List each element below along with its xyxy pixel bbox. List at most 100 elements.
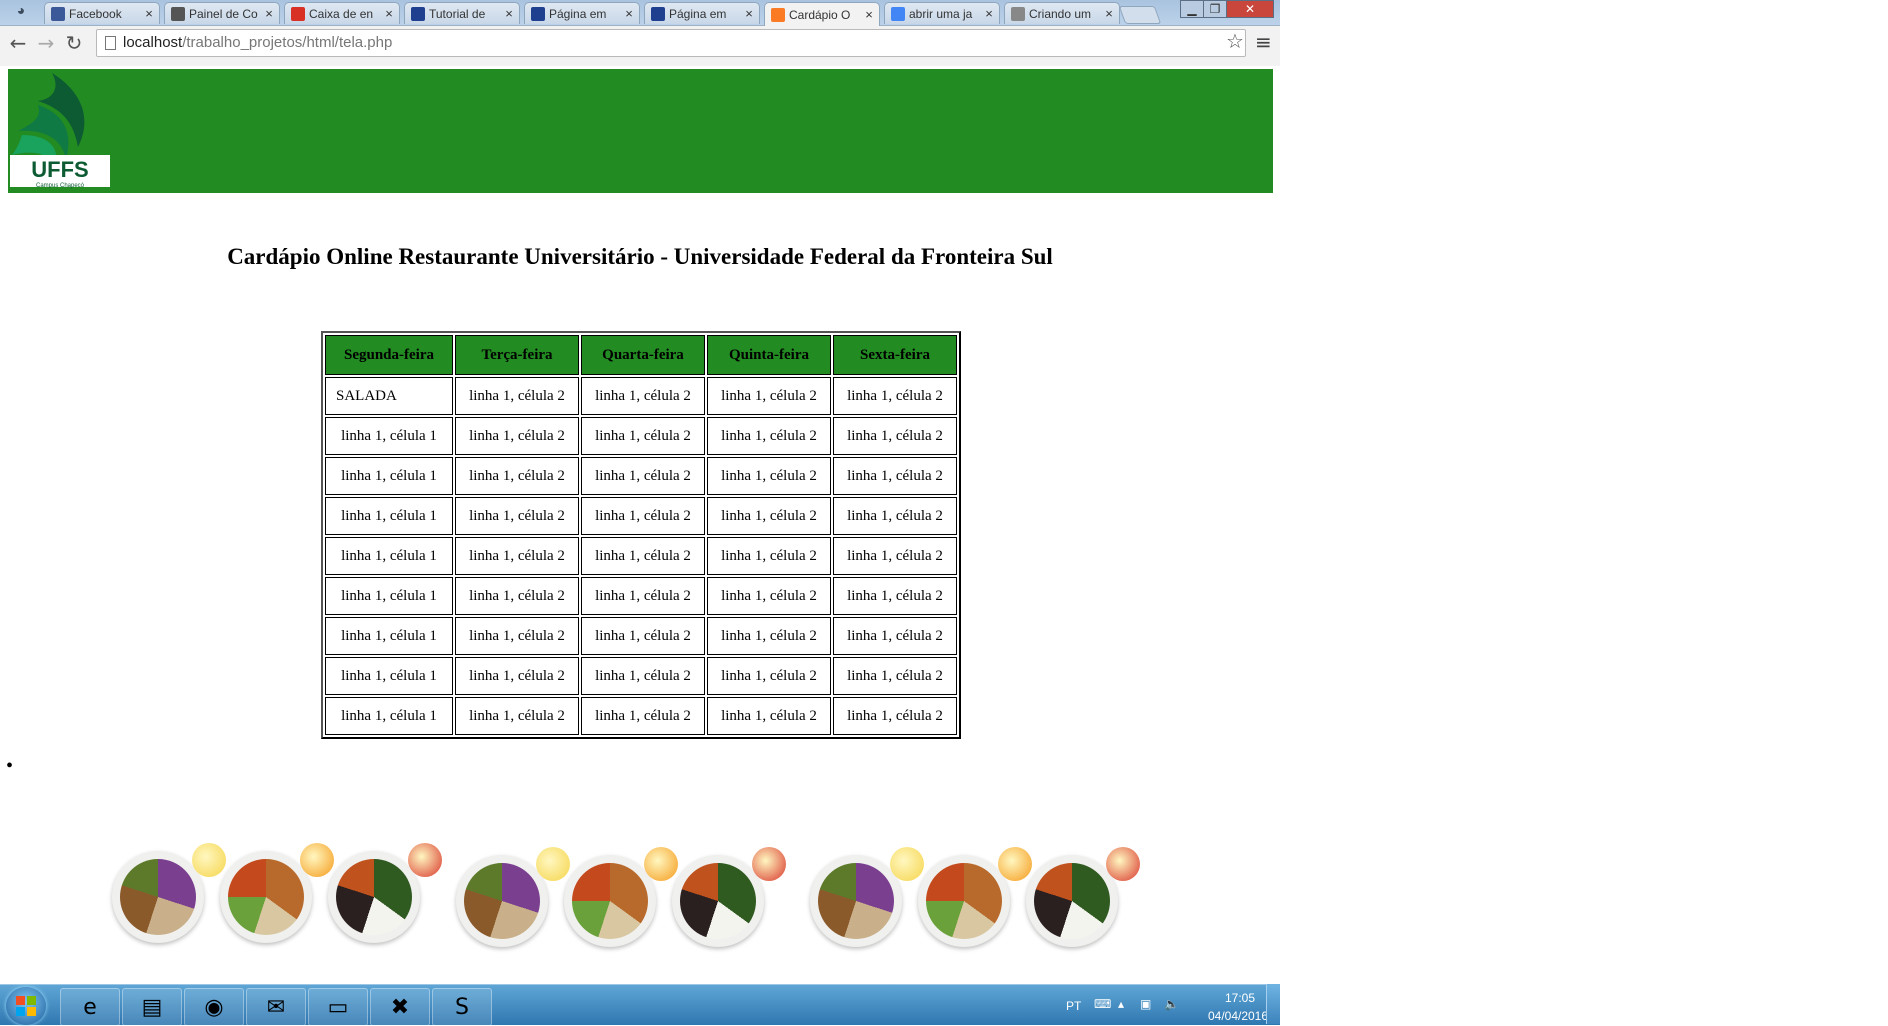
windows-logo-icon — [16, 996, 36, 1016]
keyboard-icon[interactable]: ⌨ — [1094, 997, 1111, 1011]
page-icon — [1011, 6, 1025, 21]
show-hidden-icons-icon[interactable]: ▴ — [1118, 997, 1124, 1011]
close-tab-icon[interactable]: × — [263, 6, 275, 21]
table-cell: linha 1, célula 2 — [455, 617, 579, 655]
forward-button[interactable]: → — [34, 31, 58, 55]
page-title: Cardápio Online Restaurante Universitári… — [227, 244, 1053, 269]
xampp-icon[interactable]: ✖ — [370, 988, 430, 1026]
table-header-row: Segunda-feira Terça-feira Quarta-feira Quin… — [325, 335, 957, 375]
table-cell: linha 1, célula 2 — [833, 657, 957, 695]
logo-text: UFFS — [31, 157, 88, 182]
minimize-button[interactable]: ▁ — [1180, 0, 1204, 18]
close-tab-icon[interactable]: × — [983, 6, 995, 21]
header-banner: UFFS Campus Chapecó — [8, 69, 1273, 193]
browser-tab[interactable]: Cardápio O × — [764, 2, 880, 26]
google-icon — [891, 6, 905, 21]
fruit-icon — [644, 847, 678, 881]
user-avatar-icon[interactable]: ◕ — [6, 2, 36, 22]
table-cell: linha 1, célula 2 — [581, 417, 705, 455]
uffs-logo: UFFS Campus Chapecó — [10, 73, 110, 189]
gmail-icon — [291, 6, 305, 21]
table-cell: linha 1, célula 2 — [455, 417, 579, 455]
new-tab-button[interactable] — [1118, 6, 1162, 24]
browser-tab[interactable]: Tutorial de × — [404, 2, 520, 24]
table-cell: linha 1, célula 2 — [581, 577, 705, 615]
table-cell: linha 1, célula 2 — [707, 497, 831, 535]
close-tab-icon[interactable]: × — [623, 6, 635, 21]
browser-tab[interactable]: Painel de Co × — [164, 2, 280, 24]
close-window-button[interactable]: ✕ — [1226, 0, 1274, 18]
table-cell: linha 1, célula 2 — [455, 657, 579, 695]
file-explorer-icon[interactable]: ▤ — [122, 988, 182, 1026]
browser-tab[interactable]: Facebook × — [44, 2, 160, 24]
table-row: SALADA linha 1, célula 2 linha 1, célula 2… — [325, 377, 957, 415]
close-tab-icon[interactable]: × — [863, 7, 875, 22]
food-plate — [456, 855, 548, 947]
chrome-icon[interactable]: ◉ — [184, 988, 244, 1026]
table-cell: linha 1, célula 2 — [833, 417, 957, 455]
weekly-menu-table: Segunda-feira Terça-feira Quarta-feira Quin… — [321, 331, 961, 739]
plate-food — [818, 863, 894, 939]
table-row: linha 1, célula 1 linha 1, célula 2 linha … — [325, 577, 957, 615]
show-desktop-button[interactable] — [1266, 984, 1281, 1024]
hr-icon — [531, 6, 545, 21]
clock-date[interactable]: 04/04/2016 — [1200, 1009, 1276, 1023]
browser-tab[interactable]: Criando um × — [1004, 2, 1120, 24]
tab-title: Cardápio O — [789, 7, 851, 22]
folder-icon[interactable]: ▭ — [308, 988, 368, 1026]
browser-tab[interactable]: Página em × — [524, 2, 640, 24]
hr-icon — [411, 6, 425, 21]
table-cell: linha 1, célula 1 — [325, 657, 453, 695]
volume-icon[interactable]: 🔈 — [1164, 997, 1179, 1011]
tab-title: Tutorial de — [429, 6, 486, 21]
table-row: linha 1, célula 1 linha 1, célula 2 linha … — [325, 697, 957, 735]
thunderbird-icon[interactable]: ✉ — [246, 988, 306, 1026]
bookmark-star-icon[interactable]: ☆ — [1226, 29, 1244, 53]
tab-title: Painel de Co — [189, 6, 258, 21]
close-tab-icon[interactable]: × — [503, 6, 515, 21]
reload-button[interactable]: ↻ — [62, 31, 86, 55]
table-cell: linha 1, célula 2 — [707, 417, 831, 455]
plate-food — [572, 863, 648, 939]
table-cell: linha 1, célula 2 — [455, 457, 579, 495]
table-row: linha 1, célula 1 linha 1, célula 2 linha … — [325, 617, 957, 655]
table-cell: SALADA — [325, 377, 453, 415]
browser-window: ◕ Facebook × Painel de Co × Caixa de en × Tuto… — [0, 0, 1280, 66]
plate-food — [680, 863, 756, 939]
browser-tab[interactable]: abrir uma ja × — [884, 2, 1000, 24]
table-cell: linha 1, célula 1 — [325, 537, 453, 575]
plate-food — [228, 859, 304, 935]
page-icon — [105, 36, 116, 50]
facebook-icon — [51, 6, 65, 21]
start-button[interactable] — [6, 987, 46, 1025]
close-tab-icon[interactable]: × — [1103, 6, 1115, 21]
table-cell: linha 1, célula 2 — [581, 657, 705, 695]
clock-time[interactable]: 17:05 — [1208, 991, 1272, 1005]
table-cell: linha 1, célula 2 — [455, 537, 579, 575]
food-plate — [810, 855, 902, 947]
close-tab-icon[interactable]: × — [383, 6, 395, 21]
tab-title: Facebook — [69, 6, 122, 21]
network-icon[interactable]: ▣ — [1140, 997, 1151, 1011]
table-row: linha 1, célula 1 linha 1, célula 2 linha … — [325, 537, 957, 575]
table-cell: linha 1, célula 2 — [707, 377, 831, 415]
url-path: /trabalho_projetos/html/tela.php — [182, 34, 393, 51]
close-tab-icon[interactable]: × — [143, 6, 155, 21]
internet-explorer-icon[interactable]: e — [60, 988, 120, 1026]
back-button[interactable]: ← — [6, 31, 30, 55]
table-cell: linha 1, célula 2 — [581, 457, 705, 495]
table-cell: linha 1, célula 1 — [325, 617, 453, 655]
browser-tab[interactable]: Caixa de en × — [284, 2, 400, 24]
tab-title: Página em — [549, 6, 607, 21]
language-indicator[interactable]: PT — [1066, 999, 1081, 1013]
plate-food — [120, 859, 196, 935]
close-tab-icon[interactable]: × — [743, 6, 755, 21]
maximize-button[interactable]: ❐ — [1203, 0, 1227, 18]
food-plate — [220, 851, 312, 943]
sublime-text-icon[interactable]: S — [432, 988, 492, 1026]
table-cell: linha 1, célula 2 — [707, 697, 831, 735]
table-cell: linha 1, célula 2 — [833, 617, 957, 655]
hamburger-menu-icon[interactable]: ≡ — [1255, 30, 1272, 54]
address-bar[interactable]: localhost/trabalho_projetos/html/tela.ph… — [96, 29, 1246, 57]
browser-tab[interactable]: Página em × — [644, 2, 760, 24]
